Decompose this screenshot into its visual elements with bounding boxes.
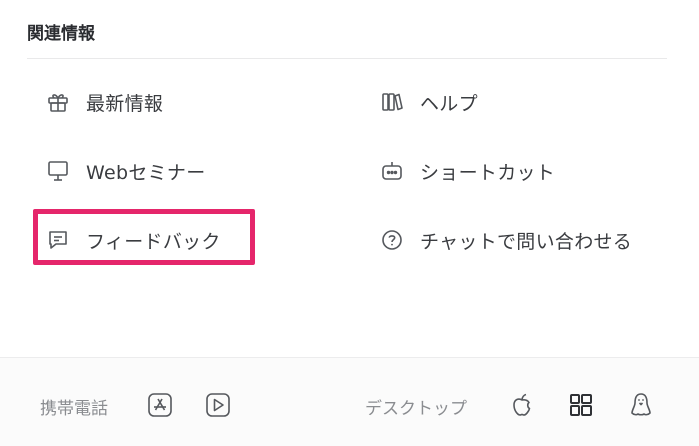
question-circle-icon [380, 228, 404, 252]
link-label: ヘルプ [420, 92, 478, 115]
gift-icon [46, 90, 70, 114]
mobile-label: 携帯電話 [40, 399, 108, 419]
keyboard-robot-icon [380, 159, 404, 183]
link-webinar[interactable]: Webセミナー [46, 156, 206, 186]
windows-icon[interactable] [566, 390, 596, 420]
app-store-icon[interactable] [145, 390, 175, 420]
divider [27, 58, 667, 59]
books-icon [380, 90, 404, 114]
link-label: ショートカット [420, 161, 556, 184]
link-label: Webセミナー [86, 161, 206, 184]
presentation-screen-icon [46, 159, 70, 183]
link-shortcuts[interactable]: ショートカット [380, 156, 555, 186]
link-chat-contact[interactable]: チャットで問い合わせる [380, 225, 632, 255]
link-help[interactable]: ヘルプ [380, 87, 478, 117]
link-label: チャットで問い合わせる [420, 230, 633, 253]
highlight-box [33, 209, 255, 265]
link-news[interactable]: 最新情報 [46, 87, 163, 117]
link-label: 最新情報 [86, 92, 164, 115]
section-title: 関連情報 [27, 24, 95, 44]
google-play-icon[interactable] [203, 390, 233, 420]
desktop-label: デスクトップ [365, 399, 467, 419]
apple-icon[interactable] [507, 390, 537, 420]
linux-icon[interactable] [626, 390, 656, 420]
